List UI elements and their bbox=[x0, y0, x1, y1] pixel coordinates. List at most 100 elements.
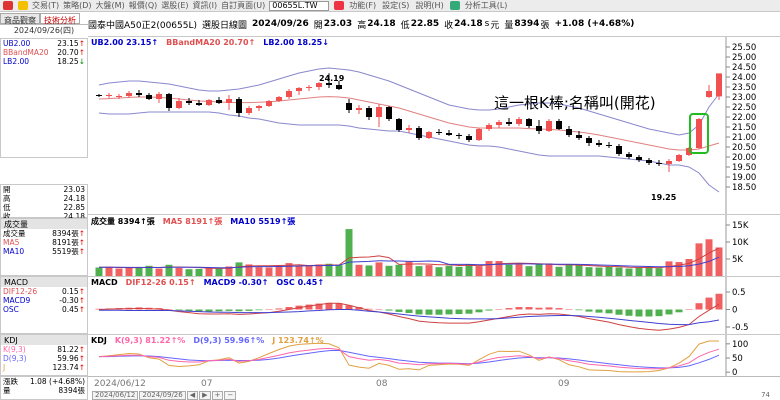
volume-bar bbox=[565, 264, 573, 276]
menu-item-info[interactable]: 資訊(I) bbox=[191, 0, 220, 11]
candle-body bbox=[636, 157, 642, 160]
range-start-field[interactable]: 2024/06/12 bbox=[92, 391, 139, 400]
toolbar-icon[interactable] bbox=[334, 1, 345, 10]
legend-entry: MA10 5519↑張 bbox=[230, 217, 296, 226]
candle-body bbox=[656, 163, 662, 164]
star-icon[interactable] bbox=[18, 1, 28, 10]
indicator-value: 59.96↑ bbox=[57, 354, 85, 363]
scroll-right-button[interactable]: ▶ bbox=[199, 391, 211, 400]
volume-chart[interactable]: 15K 10K 5K 成交量 8394↑張 MA5 8191↑張 MA10 5519↑張 bbox=[88, 214, 780, 276]
candle-body bbox=[276, 97, 282, 101]
menu-item-market[interactable]: 大盤(M) bbox=[94, 0, 127, 11]
volume-bar bbox=[645, 266, 653, 276]
volume-bar bbox=[485, 261, 493, 276]
y-axis-tick-label: 22.00 bbox=[732, 113, 756, 123]
menu-item-settings[interactable]: 設定(S) bbox=[379, 0, 412, 11]
panel-tabs: 商品觀察 技術分析 bbox=[0, 12, 88, 25]
candle-body bbox=[96, 95, 102, 96]
candle-body bbox=[386, 107, 392, 119]
range-end-field[interactable]: 2024/09/26 bbox=[139, 391, 186, 400]
volume-bar bbox=[175, 267, 183, 276]
candle-body bbox=[146, 95, 152, 99]
candle-body bbox=[706, 91, 712, 97]
open-label: 開 bbox=[313, 20, 323, 31]
indicator-value: 8191張↑ bbox=[52, 238, 85, 247]
osc-bar bbox=[645, 309, 653, 317]
volume-bar bbox=[315, 264, 323, 276]
osc-bar bbox=[415, 309, 423, 315]
candle-body bbox=[346, 103, 352, 110]
menu-item-strategy[interactable]: 策略(D) bbox=[61, 0, 93, 11]
candle-body bbox=[196, 103, 202, 105]
candle-body bbox=[246, 108, 252, 113]
osc-bar bbox=[605, 309, 613, 314]
indicator-label: 低 bbox=[3, 203, 11, 212]
indicator-row: MACD9 -0.30↑ bbox=[1, 296, 87, 305]
scroll-left-button[interactable]: ◀ bbox=[186, 391, 199, 400]
app-logo-icon[interactable] bbox=[3, 1, 13, 10]
y-axis-tick-label: 23.00 bbox=[732, 93, 756, 103]
menu-item-analysis-tools[interactable]: 分析工具(L) bbox=[462, 0, 511, 11]
axis-month-08: 08 bbox=[376, 379, 388, 389]
zoom-in-button[interactable]: + bbox=[211, 391, 224, 400]
volume-bar bbox=[135, 267, 143, 276]
indicator-value-text: 81.22 bbox=[57, 345, 79, 354]
tab-technical-analysis[interactable]: 技術分析 bbox=[40, 13, 80, 25]
indicator-label: LB2.00 bbox=[3, 57, 30, 66]
indicator-row: D(9,3) 59.96↑ bbox=[1, 354, 87, 363]
close-label: 收 bbox=[444, 20, 454, 31]
candle-body bbox=[576, 135, 582, 138]
osc-bar bbox=[655, 309, 663, 317]
trend-arrow-icon: ↑ bbox=[78, 247, 85, 256]
tab-watchlist[interactable]: 商品觀察 bbox=[0, 13, 40, 25]
chart-period[interactable]: 選股日線圖 bbox=[202, 18, 247, 31]
volume-bar bbox=[605, 266, 613, 276]
axis-month-07: 07 bbox=[201, 379, 213, 389]
indicator-label: BBandMA20 bbox=[3, 48, 49, 57]
candle-body bbox=[396, 119, 402, 130]
indicator-value-text: 8191張 bbox=[52, 238, 79, 247]
volume-bar bbox=[635, 267, 643, 276]
y-axis-tick-label: 0 bbox=[732, 368, 737, 376]
menu-item-select[interactable]: 選股(E) bbox=[159, 0, 190, 11]
volume-rows: 成交量 8394張↑ MA5 8191張↑ MA10 5519張↑ bbox=[1, 229, 87, 256]
volume-bar bbox=[715, 247, 723, 276]
volume-bar bbox=[585, 267, 593, 276]
price-chart[interactable]: 25.50 25.00 24.50 24.00 23.50 23.00 22.50 22.00… bbox=[88, 36, 780, 214]
volume-bar bbox=[505, 264, 513, 276]
candle-body bbox=[286, 91, 292, 97]
price-chart-canvas[interactable]: 25.5025.0024.5024.0023.5023.0022.5022.00… bbox=[88, 37, 780, 214]
axis-month-09: 09 bbox=[558, 379, 570, 389]
legend-entry: LB2.00 18.25↓ bbox=[263, 38, 329, 47]
osc-bar bbox=[375, 309, 383, 310]
menu-item-quote[interactable]: 報價(Q) bbox=[127, 0, 160, 11]
macd-rows: DIF12-26 0.15↑ MACD9 -0.30↑ OSC 0.45↑ bbox=[1, 287, 87, 314]
volume-bar bbox=[335, 265, 343, 276]
indicator-label: UB2.00 bbox=[3, 39, 31, 48]
menu-item-custom-page[interactable]: 自訂頁面(U) bbox=[219, 0, 267, 11]
panel-date: 2024/09/26(四) bbox=[13, 26, 75, 35]
menu-item-trade[interactable]: 交易(T) bbox=[30, 0, 61, 11]
indicator-value-text: 8394張 bbox=[58, 386, 85, 395]
legend-entry: OSC 0.45↑ bbox=[276, 278, 325, 287]
kdj-chart[interactable]: 100 50 0 KDJ K(9,3) 81.22↑% D(9,3) 59.96↑% J … bbox=[88, 334, 780, 376]
menu-item-help[interactable]: 說明(H) bbox=[412, 0, 446, 11]
candle-body bbox=[186, 101, 192, 103]
zoom-out-button[interactable]: − bbox=[224, 391, 237, 400]
chart-icon[interactable] bbox=[449, 1, 460, 10]
candle-body bbox=[506, 122, 512, 124]
osc-bar bbox=[615, 309, 623, 315]
kdj-panel: KDJ K(9,3) 81.22↑ D(9,3) 59.96↑ J 123.74↑ bbox=[0, 334, 88, 376]
indicator-row: MA5 8191張↑ bbox=[1, 238, 87, 247]
osc-bar bbox=[275, 308, 283, 310]
trend-arrow-icon: ↑ bbox=[78, 229, 85, 238]
indicator-label: 成交量 bbox=[3, 229, 26, 238]
legend-entry: BBandMA20 20.70↑ bbox=[166, 38, 256, 47]
volume-bar bbox=[625, 268, 633, 276]
symbol-input[interactable] bbox=[269, 0, 330, 11]
menu-item-function[interactable]: 功能(F) bbox=[346, 0, 379, 11]
macd-legend: MACD DIF12-26 0.15↑ MACD9 -0.30↑ OSC 0.45↑ bbox=[91, 278, 332, 287]
osc-bar bbox=[635, 309, 643, 317]
osc-bar bbox=[505, 308, 513, 310]
macd-chart[interactable]: 0.5 0 -0.5 MACD DIF12-26 0.15↑ MACD9 -0.30↑ O… bbox=[88, 276, 780, 334]
